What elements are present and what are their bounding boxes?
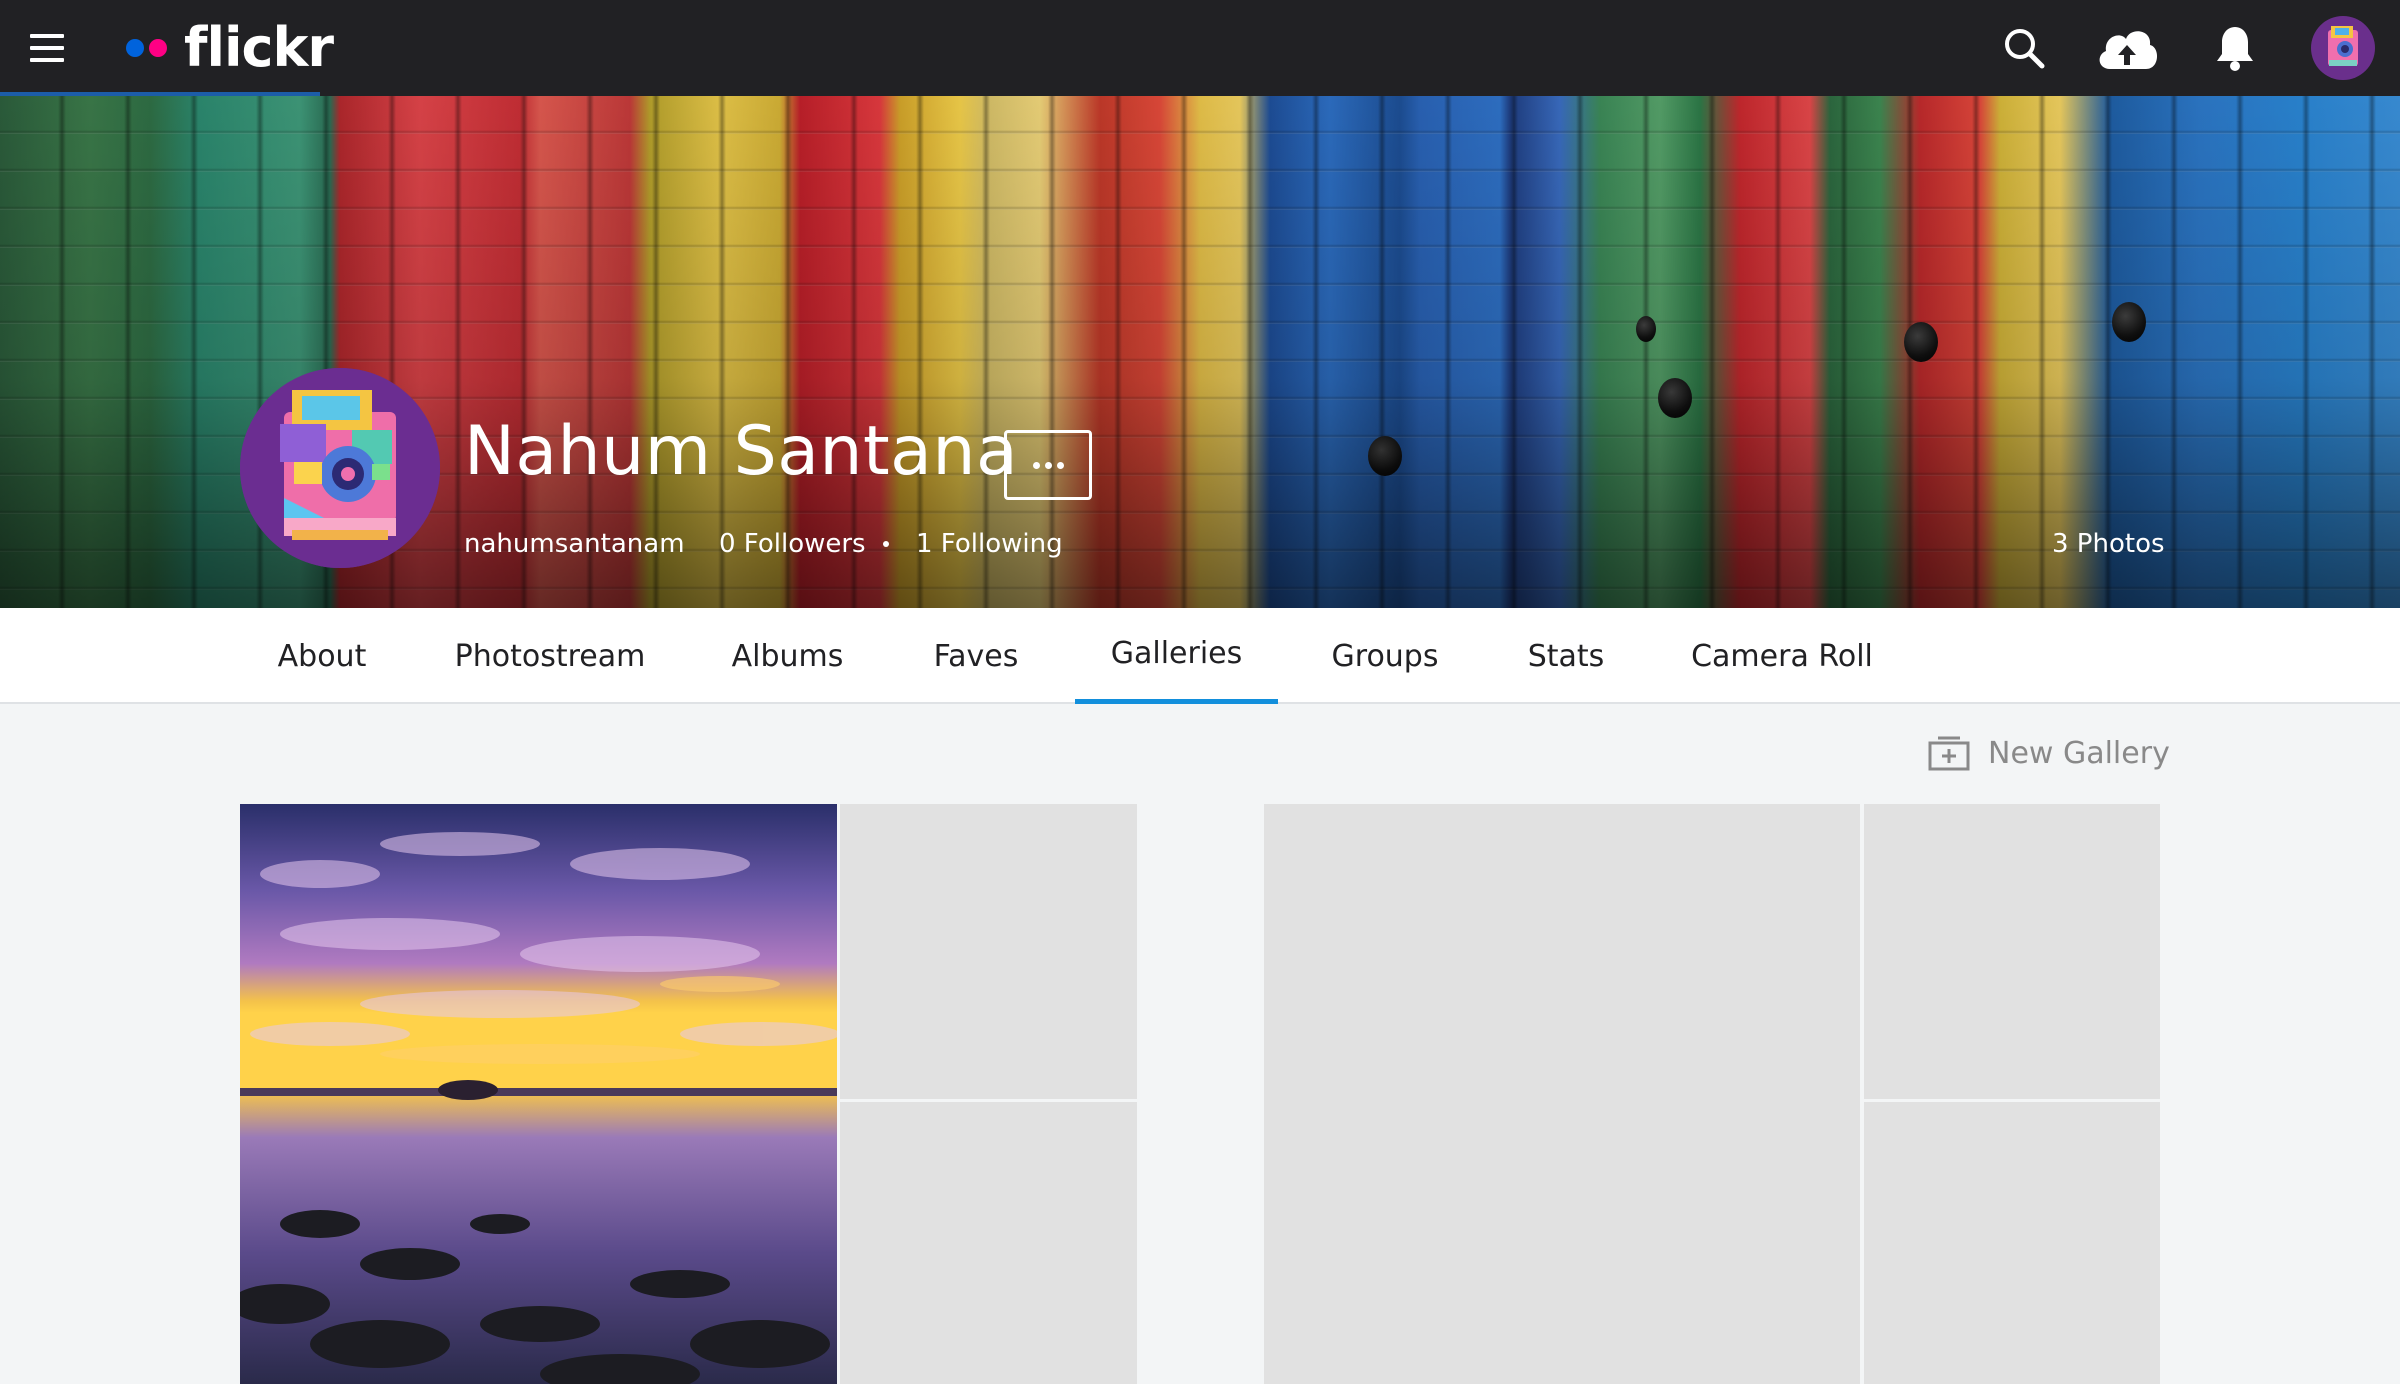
more-options-button[interactable] xyxy=(1004,430,1092,500)
gallery-cover-photo[interactable] xyxy=(240,804,837,1384)
tab-groups[interactable]: Groups xyxy=(1316,608,1454,704)
profile-subnav: About Photostream Albums Faves Galleries… xyxy=(0,608,2400,704)
gallery-thumbnail-placeholder[interactable] xyxy=(840,1102,1137,1384)
gallery-thumbnail-placeholder[interactable] xyxy=(1864,1102,2160,1384)
logo-pink-dot xyxy=(149,39,167,57)
tab-albums[interactable]: Albums xyxy=(710,608,865,704)
new-gallery-button[interactable]: New Gallery xyxy=(1928,728,2170,778)
flickr-logo[interactable]: flickr xyxy=(126,14,334,82)
tab-galleries[interactable]: Galleries xyxy=(1075,608,1278,704)
tab-about[interactable]: About xyxy=(256,608,388,704)
following-link[interactable]: 1 Following xyxy=(916,528,1063,560)
separator-dot xyxy=(883,541,889,547)
tab-stats[interactable]: Stats xyxy=(1512,608,1620,704)
followers-link[interactable]: 0 Followers xyxy=(719,528,866,560)
tab-faves[interactable]: Faves xyxy=(906,608,1046,704)
tab-photostream[interactable]: Photostream xyxy=(440,608,660,704)
upload-cloud-icon[interactable] xyxy=(2092,22,2162,74)
tab-camera-roll[interactable]: Camera Roll xyxy=(1680,608,1884,704)
bell-icon[interactable] xyxy=(2209,22,2261,74)
logo-blue-dot xyxy=(126,39,144,57)
search-icon[interactable] xyxy=(1998,22,2050,74)
gallery-thumbnail-placeholder[interactable] xyxy=(840,804,1137,1099)
photo-count: 3 Photos xyxy=(2052,529,2165,559)
profile-avatar[interactable] xyxy=(240,368,440,568)
profile-username: nahumsantanam xyxy=(464,529,685,559)
new-gallery-icon xyxy=(1928,736,1970,771)
profile-name: Nahum Santana xyxy=(464,412,1019,491)
gallery-cover-placeholder[interactable] xyxy=(1264,804,1860,1384)
new-gallery-label: New Gallery xyxy=(1988,735,2170,771)
top-navigation-bar: flickr xyxy=(0,0,2400,96)
menu-icon[interactable] xyxy=(30,34,64,62)
avatar[interactable] xyxy=(2311,16,2375,80)
gallery-thumbnail-placeholder[interactable] xyxy=(1864,804,2160,1099)
logo-text: flickr xyxy=(184,16,334,79)
